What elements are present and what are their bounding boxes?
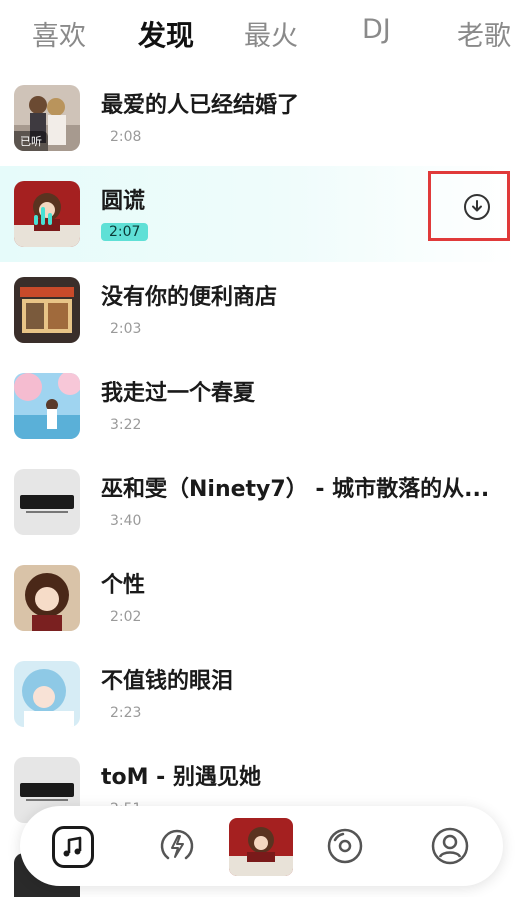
song-duration: 2:07: [101, 223, 149, 241]
tab-old-songs[interactable]: 老歌: [457, 14, 511, 53]
song-duration: 2:03: [110, 321, 142, 337]
equalizer-icon: [34, 207, 52, 225]
song-duration: 3:22: [110, 417, 142, 433]
song-duration: 3:40: [110, 513, 142, 529]
list-item[interactable]: 不值钱的眼泪 2:23: [0, 646, 516, 742]
song-title: 圆谎: [101, 189, 146, 214]
tab-hottest[interactable]: 最火: [244, 14, 298, 53]
cherry-blossom-artwork: [14, 373, 80, 439]
anime-girl-portrait-artwork: [14, 565, 80, 631]
list-item[interactable]: 我走过一个春夏 3:22: [0, 358, 516, 454]
song-title: 没有你的便利商店: [101, 285, 278, 310]
user-profile-icon[interactable]: [430, 826, 470, 866]
song-duration: 2:23: [110, 705, 142, 721]
song-duration: 2:08: [110, 129, 142, 145]
list-item[interactable]: 个性 2:02: [0, 550, 516, 646]
blue-hair-girl-artwork: [14, 661, 80, 727]
lightning-icon[interactable]: [157, 826, 197, 866]
convenience-store-artwork: [14, 277, 80, 343]
song-duration: 2:02: [110, 609, 142, 625]
song-title: 我走过一个春夏: [101, 381, 256, 406]
tab-discover[interactable]: 发现: [132, 14, 200, 54]
anime-girl-red-artwork: [14, 181, 80, 247]
list-item[interactable]: 没有你的便利商店 2:03: [0, 262, 516, 358]
tab-like[interactable]: 喜欢: [32, 14, 86, 53]
song-title: 不值钱的眼泪: [101, 669, 234, 694]
bottom-navigation: [20, 806, 503, 886]
download-button[interactable]: [428, 171, 510, 241]
download-icon: [464, 194, 490, 220]
music-brand-logo-artwork: [14, 469, 80, 535]
category-tabs: 喜欢 发现 最火 DJ 老歌: [0, 0, 516, 70]
song-title: 最爱的人已经结婚了: [101, 93, 300, 118]
tab-dj[interactable]: DJ: [362, 14, 391, 45]
list-item-playing[interactable]: 圆谎 2:07: [0, 166, 516, 262]
song-title: toM - 别遇见她: [101, 765, 261, 790]
song-title: 个性: [101, 573, 146, 598]
couple-artwork: 已听: [14, 85, 80, 151]
song-title: 巫和雯（Ninety7） - 城市散落的从...: [101, 477, 490, 502]
list-item[interactable]: 巫和雯（Ninety7） - 城市散落的从... 3:40: [0, 454, 516, 550]
listened-badge: 已听: [14, 131, 48, 151]
list-item[interactable]: 已听 最爱的人已经结婚了 2:08: [0, 70, 516, 166]
disc-icon[interactable]: [325, 826, 365, 866]
music-note-icon[interactable]: [52, 826, 94, 868]
now-playing-cover[interactable]: [229, 818, 293, 876]
